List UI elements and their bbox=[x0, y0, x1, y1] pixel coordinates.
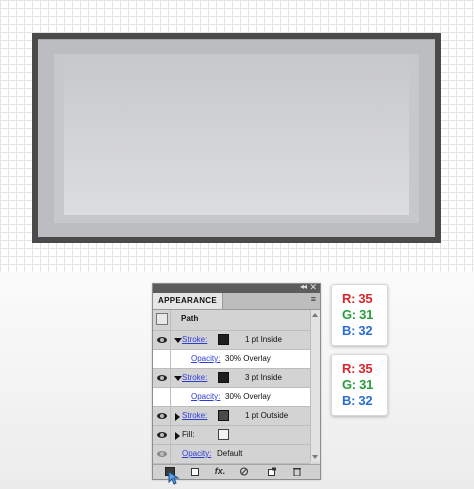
visibility-eye-icon[interactable] bbox=[157, 451, 167, 457]
eye-cell bbox=[153, 388, 171, 406]
mouse-cursor-icon bbox=[168, 471, 180, 485]
stroke-swatch[interactable] bbox=[218, 372, 229, 383]
appearance-row-opacity-default[interactable]: Opacity: Default bbox=[153, 445, 310, 464]
rectangle-bevel bbox=[54, 54, 419, 223]
rectangle-frame bbox=[38, 39, 435, 237]
opacity-link[interactable]: Opacity: bbox=[191, 392, 220, 401]
add-effect-button[interactable]: fx. bbox=[213, 467, 227, 476]
rectangle-inner-face bbox=[64, 62, 409, 215]
panel-scrollbar[interactable] bbox=[310, 310, 320, 462]
stroke-value[interactable]: 1 pt Inside bbox=[245, 335, 282, 344]
collapsed-triangle-icon[interactable] bbox=[175, 413, 180, 421]
appearance-panel: ◂◂ ✕ APPEARANCE ≡ Path Stroke: 1 pt Insi… bbox=[152, 282, 321, 485]
red-value: R: 35 bbox=[342, 361, 373, 376]
panel-title-bar[interactable]: ◂◂ ✕ bbox=[153, 282, 320, 293]
appearance-row-opacity-2[interactable]: Opacity: 30% Overlay bbox=[153, 388, 310, 407]
appearance-row-stroke-3[interactable]: Stroke: 1 pt Outside bbox=[153, 407, 310, 426]
blue-value: B: 32 bbox=[342, 393, 373, 408]
rectangle-shape[interactable] bbox=[32, 33, 441, 243]
collapsed-triangle-icon[interactable] bbox=[175, 432, 180, 440]
stroke-link[interactable]: Stroke: bbox=[182, 373, 207, 382]
appearance-row-path[interactable]: Path bbox=[153, 310, 310, 331]
stroke-swatch[interactable] bbox=[218, 410, 229, 421]
panel-bottom-toolbar: fx. bbox=[153, 464, 320, 485]
visibility-eye-icon[interactable] bbox=[157, 432, 167, 438]
eye-cell[interactable] bbox=[153, 445, 171, 463]
visibility-eye-icon[interactable] bbox=[157, 337, 167, 343]
panel-tab-bar: APPEARANCE ≡ bbox=[153, 293, 320, 310]
duplicate-item-icon[interactable] bbox=[267, 467, 277, 476]
eye-cell[interactable] bbox=[153, 331, 171, 349]
visibility-eye-icon[interactable] bbox=[157, 413, 167, 419]
appearance-rows: Path Stroke: 1 pt Inside Opacity: 30% Ov… bbox=[153, 310, 310, 464]
close-panel-icon[interactable]: ✕ bbox=[309, 282, 317, 293]
visibility-eye-icon[interactable] bbox=[157, 375, 167, 381]
path-thumbnail-icon bbox=[156, 313, 168, 325]
expand-triangle-icon[interactable] bbox=[174, 338, 182, 343]
rgb-color-card-1: R: 35 G: 31 B: 32 bbox=[331, 284, 388, 346]
appearance-row-stroke-1[interactable]: Stroke: 1 pt Inside bbox=[153, 331, 310, 350]
appearance-row-stroke-2[interactable]: Stroke: 3 pt Inside bbox=[153, 369, 310, 388]
eye-cell bbox=[153, 310, 171, 330]
blue-value: B: 32 bbox=[342, 323, 373, 338]
stroke-swatch[interactable] bbox=[218, 334, 229, 345]
stroke-link[interactable]: Stroke: bbox=[182, 411, 207, 420]
scroll-down-icon[interactable] bbox=[312, 455, 318, 459]
stroke-link[interactable]: Stroke: bbox=[182, 335, 207, 344]
red-value: R: 35 bbox=[342, 291, 373, 306]
eye-cell[interactable] bbox=[153, 426, 171, 444]
panel-menu-icon[interactable]: ≡ bbox=[311, 294, 316, 304]
stroke-value[interactable]: 1 pt Outside bbox=[245, 411, 288, 420]
green-value: G: 31 bbox=[342, 307, 374, 322]
green-value: G: 31 bbox=[342, 377, 374, 392]
clear-appearance-icon[interactable] bbox=[239, 467, 249, 476]
opacity-value: 30% Overlay bbox=[225, 354, 271, 363]
opacity-link[interactable]: Opacity: bbox=[191, 354, 220, 363]
fill-swatch[interactable] bbox=[218, 429, 229, 440]
stroke-value[interactable]: 3 pt Inside bbox=[245, 373, 282, 382]
eye-cell[interactable] bbox=[153, 407, 171, 425]
eye-cell bbox=[153, 350, 171, 368]
collapse-panel-icon[interactable]: ◂◂ bbox=[300, 282, 307, 291]
opacity-value: Default bbox=[217, 449, 243, 458]
appearance-row-fill[interactable]: Fill: bbox=[153, 426, 310, 445]
path-label: Path bbox=[181, 314, 199, 323]
delete-item-icon[interactable] bbox=[292, 467, 302, 477]
add-new-fill-icon[interactable] bbox=[191, 468, 199, 476]
appearance-row-opacity-1[interactable]: Opacity: 30% Overlay bbox=[153, 350, 310, 369]
expand-triangle-icon[interactable] bbox=[174, 376, 182, 381]
opacity-value: 30% Overlay bbox=[225, 392, 271, 401]
rgb-color-card-2: R: 35 G: 31 B: 32 bbox=[331, 354, 388, 416]
scroll-up-icon[interactable] bbox=[312, 313, 318, 317]
eye-cell[interactable] bbox=[153, 369, 171, 387]
opacity-link[interactable]: Opacity: bbox=[182, 449, 211, 458]
fill-label[interactable]: Fill: bbox=[182, 430, 194, 439]
tab-appearance[interactable]: APPEARANCE bbox=[153, 293, 224, 309]
